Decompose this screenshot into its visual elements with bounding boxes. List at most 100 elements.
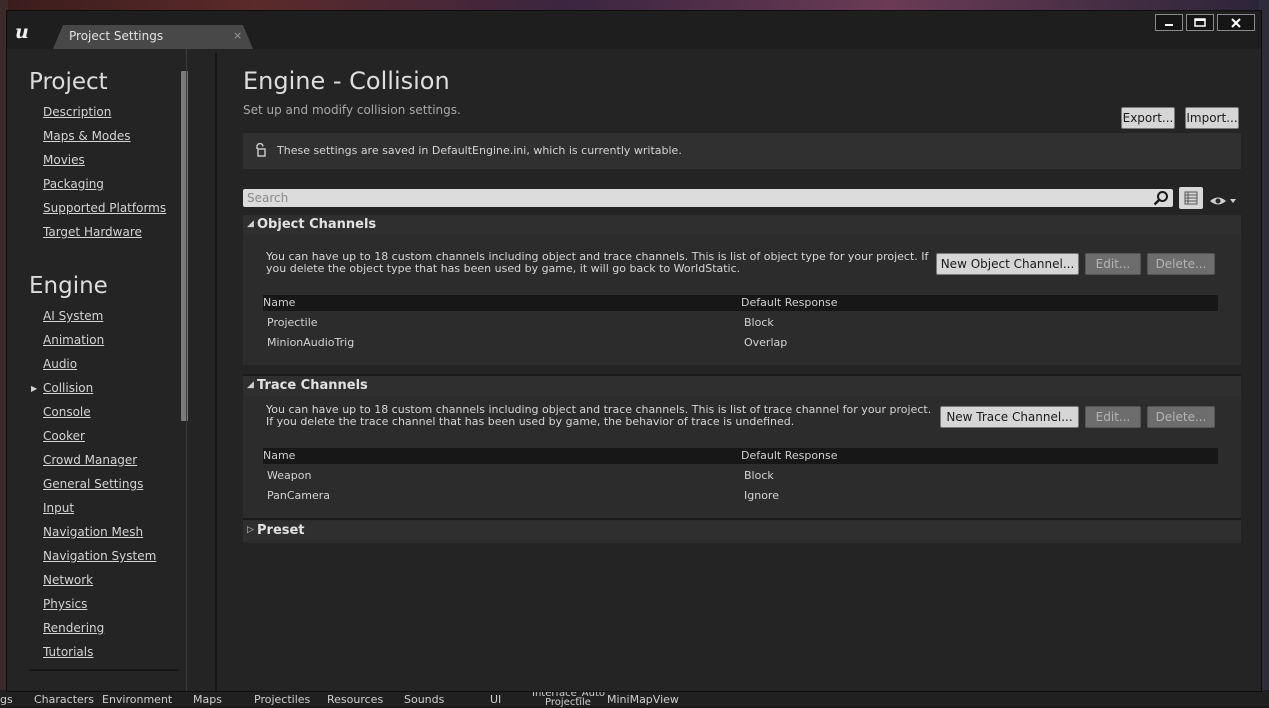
search-placeholder: Search (247, 191, 289, 205)
folder-tab[interactable]: Environment (102, 693, 172, 706)
unreal-logo-icon: u (15, 21, 29, 43)
page-subtitle: Set up and modify collision settings. (243, 103, 461, 117)
channel-name: PanCamera (267, 489, 331, 502)
minimize-button[interactable] (1155, 14, 1183, 31)
sidebar-item-tutorials[interactable]: Tutorials (43, 645, 93, 659)
sidebar-item-rendering[interactable]: Rendering (43, 621, 104, 635)
import-button[interactable]: Import... (1185, 107, 1239, 129)
settings-main-panel: Engine - Collision Set up and modify col… (243, 49, 1241, 691)
eye-visibility-icon[interactable] (1209, 195, 1237, 207)
sidebar-item-target-hardware[interactable]: Target Hardware (43, 225, 142, 239)
sidebar-item-supported-platforms[interactable]: Supported Platforms (43, 201, 166, 215)
object-channels-description: You can have up to 18 custom channels in… (266, 250, 929, 275)
column-name[interactable]: Name (263, 296, 295, 309)
trace-channels-section: ◢ Trace Channels You can have up to 18 c… (243, 376, 1241, 526)
folder-tab[interactable]: UI (490, 693, 501, 706)
sidebar-item-network[interactable]: Network (43, 573, 93, 587)
edit-object-channel-button[interactable]: Edit... (1085, 253, 1141, 275)
sidebar-item-input[interactable]: Input (43, 501, 74, 515)
trace-channels-table-header: Name Default Response (263, 448, 1218, 464)
preset-title: Preset (257, 523, 305, 538)
sidebar-item-collision[interactable]: Collision (43, 381, 93, 395)
folder-tab[interactable]: Resources (327, 693, 383, 706)
sidebar-item-ai-system[interactable]: AI System (43, 309, 103, 323)
channel-name: MinionAudioTrig (267, 336, 355, 349)
minimize-icon (1165, 23, 1173, 26)
delete-object-channel-button[interactable]: Delete... (1147, 253, 1215, 275)
config-info-bar: These settings are saved in DefaultEngin… (243, 133, 1241, 169)
channel-response: Block (744, 316, 774, 329)
column-name[interactable]: Name (263, 449, 295, 462)
object-channels-header[interactable]: ◢ Object Channels (243, 215, 1241, 235)
maximize-button[interactable] (1186, 14, 1214, 31)
channel-response: Block (744, 469, 774, 482)
sidebar-item-animation[interactable]: Animation (43, 333, 104, 347)
sidebar-horizontal-scrollbar[interactable] (29, 669, 179, 671)
list-view-icon (1184, 191, 1198, 205)
sidebar-item-navigation-mesh[interactable]: Navigation Mesh (43, 525, 143, 539)
sidebar-item-cooker[interactable]: Cooker (43, 429, 85, 443)
config-info-text: These settings are saved in DefaultEngin… (277, 144, 682, 157)
object-channels-title: Object Channels (257, 217, 377, 232)
project-settings-window: u Project Settings × Project Description… (6, 10, 1262, 692)
sidebar-heading-project: Project (29, 69, 108, 95)
trace-channels-title: Trace Channels (257, 378, 368, 393)
preset-section: ▷ Preset (243, 521, 1241, 543)
maximize-icon (1194, 18, 1206, 27)
folder-tab[interactable]: Sounds (404, 693, 444, 706)
sidebar-item-console[interactable]: Console (43, 405, 91, 419)
export-button[interactable]: Export... (1121, 107, 1175, 129)
sidebar-item-movies[interactable]: Movies (43, 153, 85, 167)
folder-tab[interactable]: Projectiles (254, 693, 310, 706)
column-default-response[interactable]: Default Response (741, 449, 838, 462)
unlocked-icon (256, 143, 266, 157)
search-icon (1153, 191, 1168, 206)
trace-channels-description: You can have up to 18 custom channels in… (266, 403, 932, 428)
sidebar-item-packaging[interactable]: Packaging (43, 177, 104, 191)
section-divider (243, 518, 1241, 520)
close-window-button[interactable] (1217, 14, 1255, 31)
sidebar-item-navigation-system[interactable]: Navigation System (43, 549, 156, 563)
content-folder-bar: gs Characters Environment Maps Projectil… (0, 689, 1269, 708)
delete-trace-channel-button[interactable]: Delete... (1147, 406, 1215, 428)
object-channels-table-header: Name Default Response (263, 295, 1218, 311)
sidebar-item-crowd-manager[interactable]: Crowd Manager (43, 453, 137, 467)
search-input[interactable]: Search (243, 189, 1173, 207)
window-controls (1155, 14, 1255, 31)
sidebar-item-description[interactable]: Description (43, 105, 111, 119)
folder-tab[interactable]: MiniMapView (607, 693, 679, 706)
sidebar-item-maps-modes[interactable]: Maps & Modes (43, 129, 131, 143)
channel-name: Projectile (267, 316, 318, 329)
object-channels-section: ◢ Object Channels You can have up to 18 … (243, 215, 1241, 365)
channel-name: Weapon (267, 469, 312, 482)
sidebar-divider (186, 49, 187, 691)
tab-label: Project Settings (69, 29, 164, 43)
edit-trace-channel-button[interactable]: Edit... (1085, 406, 1141, 428)
channel-response: Ignore (744, 489, 779, 502)
column-default-response[interactable]: Default Response (741, 296, 838, 309)
view-mode-button[interactable] (1179, 187, 1203, 209)
channel-response: Overlap (744, 336, 788, 349)
folder-tab[interactable]: Characters (34, 693, 94, 706)
folder-tab[interactable]: Maps (193, 693, 222, 706)
sidebar-item-audio[interactable]: Audio (43, 357, 77, 371)
collapse-arrow-icon: ◢ (247, 380, 254, 390)
sidebar-item-physics[interactable]: Physics (43, 597, 87, 611)
settings-sidebar: Project Description Maps & Modes Movies … (7, 49, 217, 691)
preset-header[interactable]: ▷ Preset (243, 521, 1241, 541)
sidebar-item-general-settings[interactable]: General Settings (43, 477, 143, 491)
new-trace-channel-button[interactable]: New Trace Channel... (940, 406, 1079, 428)
panel-splitter[interactable] (215, 53, 217, 691)
folder-tab[interactable]: gs (0, 693, 13, 706)
title-bar[interactable]: u Project Settings × (7, 11, 1261, 49)
sidebar-heading-engine: Engine (29, 273, 108, 299)
tab-close-icon[interactable]: × (233, 29, 242, 42)
tab-project-settings[interactable]: Project Settings × (53, 25, 253, 49)
trace-channels-header[interactable]: ◢ Trace Channels (243, 376, 1241, 396)
new-object-channel-button[interactable]: New Object Channel... (936, 253, 1079, 275)
expand-arrow-icon: ▷ (247, 525, 254, 535)
page-title: Engine - Collision (243, 67, 450, 95)
close-icon (1231, 17, 1241, 28)
collapse-arrow-icon: ◢ (247, 219, 254, 229)
selected-arrow-icon: ▶ (31, 384, 38, 393)
